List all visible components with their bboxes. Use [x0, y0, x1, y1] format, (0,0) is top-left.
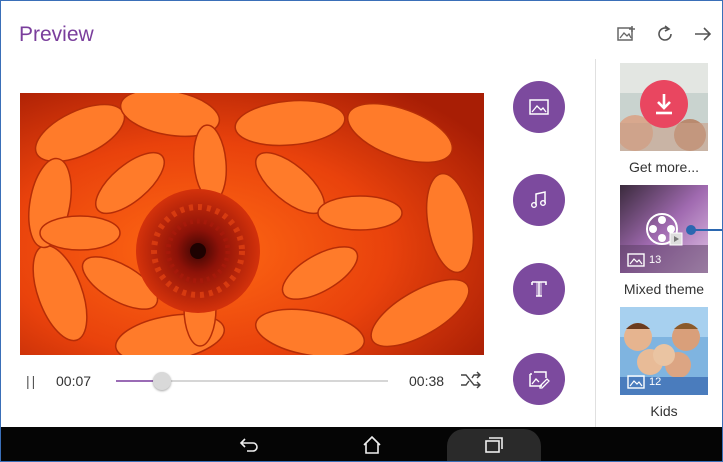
photo-count: 13 [627, 253, 661, 267]
end-time: 00:38 [409, 373, 445, 389]
app-window: Preview || 00:07 00:38 Get more... 13 Mi… [0, 0, 723, 462]
music-tool-button[interactable] [513, 174, 565, 226]
panel-divider [595, 59, 596, 427]
photo-count-value: 12 [649, 376, 662, 388]
seek-thumb[interactable] [153, 372, 172, 390]
photo-count-value: 13 [649, 254, 662, 266]
download-icon [640, 80, 688, 128]
theme-label: Mixed theme [623, 281, 705, 297]
selector-dot [686, 225, 696, 235]
pause-button[interactable]: || [20, 373, 46, 389]
theme-label: Get more... [628, 159, 700, 175]
next-arrow-icon[interactable] [692, 23, 714, 45]
shuffle-icon[interactable] [460, 371, 482, 392]
text-icon [531, 281, 547, 297]
edit-image-icon [529, 371, 550, 389]
home-icon[interactable] [359, 433, 385, 457]
page-title: Preview [19, 23, 94, 46]
current-time: 00:07 [56, 373, 92, 389]
photo-count: 12 [627, 375, 661, 389]
film-reel-icon [644, 211, 684, 252]
theme-label: Kids [650, 403, 678, 419]
video-preview[interactable] [20, 93, 484, 355]
playback-controls: || 00:07 00:38 [20, 365, 484, 397]
theme-get-more[interactable]: Get more... [620, 63, 708, 175]
refresh-icon[interactable] [654, 23, 676, 45]
add-photo-icon[interactable] [616, 23, 638, 45]
back-icon[interactable] [237, 433, 263, 457]
system-navigation-bar [1, 427, 722, 461]
music-icon [531, 191, 546, 208]
theme-kids[interactable]: 12 Kids [620, 307, 708, 419]
seek-bar[interactable] [116, 372, 388, 390]
edit-image-tool-button[interactable] [513, 353, 565, 405]
gallery-icon [627, 375, 645, 389]
theme-thumbnail: 12 [620, 307, 708, 395]
top-toolbar [616, 23, 714, 45]
gallery-icon [627, 253, 645, 267]
theme-thumbnail [620, 63, 708, 151]
image-tool-button[interactable] [513, 81, 565, 133]
image-icon [529, 99, 549, 115]
selected-theme-indicator [686, 225, 722, 235]
theme-mixed[interactable]: 13 Mixed theme [620, 185, 708, 297]
text-tool-button[interactable] [513, 263, 565, 315]
recents-icon[interactable] [481, 433, 507, 457]
